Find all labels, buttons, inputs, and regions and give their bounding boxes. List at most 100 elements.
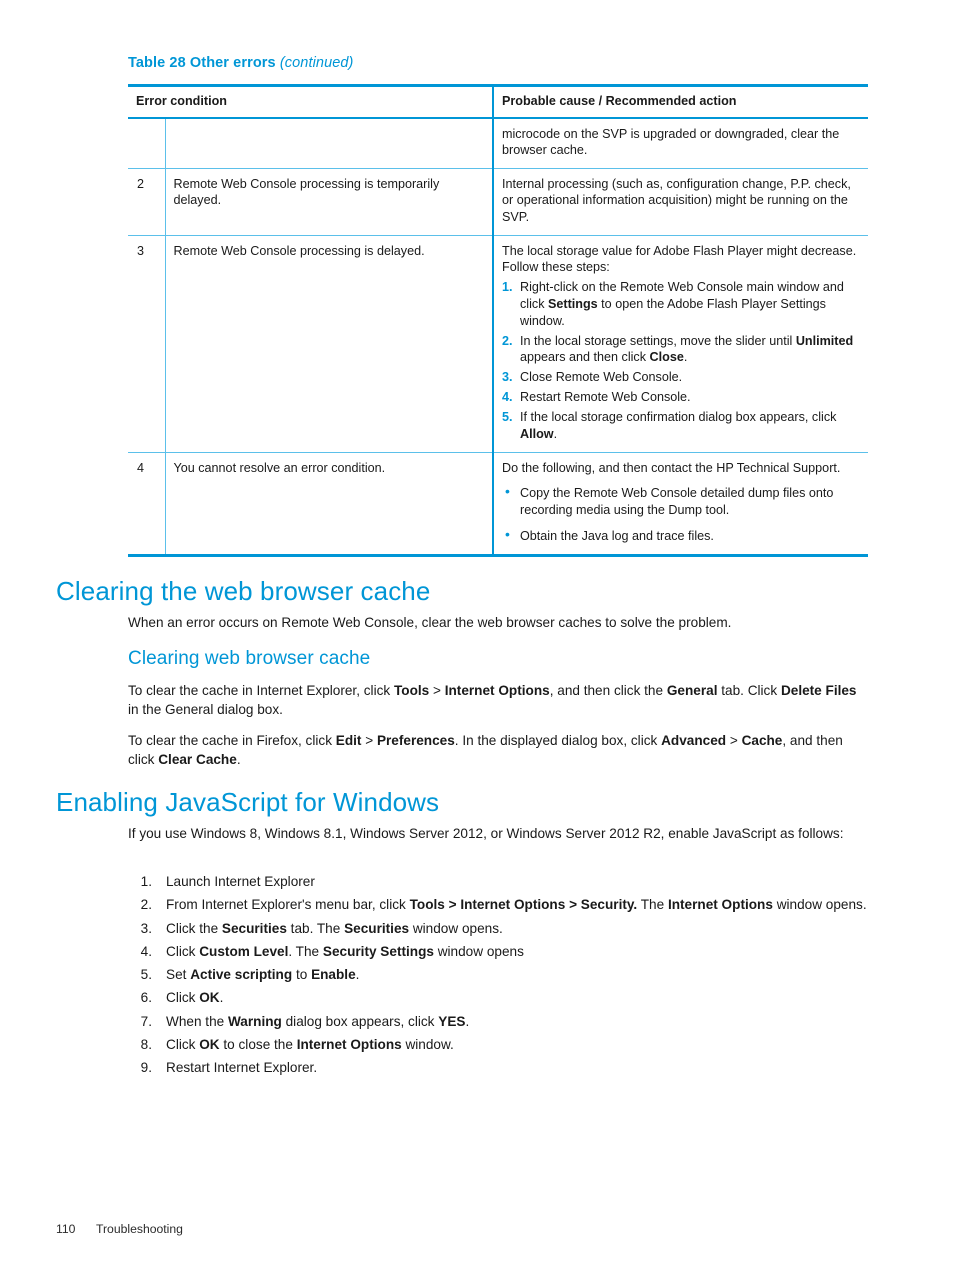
step-text-3: window. [401, 1037, 454, 1053]
procedure-step: 2. From Internet Explorer's menu bar, cli… [128, 895, 870, 914]
cause-text: microcode on the SVP is upgraded or down… [502, 126, 840, 158]
step-number: 2. [140, 897, 152, 913]
step-text-1: Restart Remote Web Console. [520, 390, 691, 405]
row-number [128, 117, 166, 169]
row-probable-cause: The local storage value for Adobe Flash … [493, 235, 868, 453]
procedure-step: 5. Set Active scripting to Enable. [128, 965, 870, 984]
ff-bold-edit: Edit [335, 733, 362, 748]
step-text-2: to [292, 967, 312, 983]
row-error-condition: Remote Web Console processing is delayed… [165, 235, 494, 453]
step-number: 1. [502, 279, 513, 294]
cause-step-item: 5. If the local storage confirmation dial… [502, 409, 860, 443]
cause-step-item: 1. Right-click on the Remote Web Console … [502, 279, 860, 330]
step-bold-1: OK [199, 1037, 220, 1053]
step-bold-2: Internet Options [296, 1037, 402, 1053]
heading-clearing-web-browser-cache: Clearing the web browser cache [56, 576, 431, 606]
table-row: microcode on the SVP is upgraded or down… [128, 117, 868, 169]
row-number: 4 [128, 452, 166, 556]
bullet-text: Copy the Remote Web Console detailed dum… [520, 486, 834, 518]
step-text-1: If the local storage confirmation dialog… [520, 410, 837, 424]
step-bold-1: Allow [520, 426, 554, 441]
procedure-step: 7. When the Warning dialog box appears, c… [128, 1012, 870, 1031]
ie-text-1: To clear the cache in Internet Explorer,… [128, 683, 394, 698]
cause-bullet-item: • Copy the Remote Web Console detailed du… [502, 483, 860, 519]
row-probable-cause: Do the following, and then contact the H… [493, 452, 868, 555]
ff-bold-advanced: Advanced [661, 733, 727, 748]
ff-text-3: . In the displayed dialog box, click [454, 733, 662, 748]
step-number: 3. [502, 370, 513, 385]
ie-text-3: , and then click the [549, 683, 667, 698]
step-number: 6. [140, 990, 152, 1006]
procedure-step: 3. Click the Securities tab. The Securiti… [128, 919, 870, 938]
footer-page-number: 110 [56, 1222, 76, 1236]
procedure-step: 1. Launch Internet Explorer [128, 872, 870, 891]
column-header-error-condition: Error condition [128, 85, 494, 119]
subheading-clearing-web-browser-cache: Clearing web browser cache [128, 648, 371, 669]
step-text-1: Click [166, 990, 200, 1006]
step-text-3: window opens [433, 943, 524, 959]
step-text-2: . The [288, 943, 323, 959]
page-footer: 110 Troubleshooting [56, 1222, 183, 1236]
cause-step-item: 4. Restart Remote Web Console. [502, 389, 860, 406]
ff-bold-preferences: Preferences [376, 733, 455, 748]
ie-text-4: tab. Click [717, 683, 781, 698]
procedure-step: 4. Click Custom Level. The Security Setti… [128, 942, 870, 961]
table-row: 3 Remote Web Console processing is delay… [128, 235, 868, 453]
table-body: microcode on the SVP is upgraded or down… [128, 117, 868, 556]
step-bold-1: Settings [548, 296, 598, 311]
step-number: 5. [502, 410, 513, 424]
step-bold-2: Internet Options [667, 897, 773, 913]
step-text-2: dialog box appears, click [281, 1013, 439, 1029]
paragraph-cache-intro: When an error occurs on Remote Web Conso… [128, 615, 732, 630]
step-number: 4. [140, 943, 152, 959]
row-error-condition: You cannot resolve an error condition. [165, 452, 494, 556]
procedure-step: 6. Click OK. [128, 988, 870, 1007]
step-bold-1: Securities [221, 920, 287, 936]
table-caption: Table 28 Other errors (continued) [128, 55, 354, 71]
step-text-3: . [355, 967, 360, 983]
step-text-3: window opens. [772, 897, 867, 913]
ff-bold-cache: Cache [741, 733, 783, 748]
ff-text-4: > [726, 733, 742, 748]
cause-bullet-list: • Copy the Remote Web Console detailed du… [502, 483, 860, 545]
step-bold-1: Tools > Internet Options > Security. [409, 897, 638, 913]
step-bold-2: Close [649, 350, 684, 365]
document-page: Table 28 Other errors (continued) Error … [0, 0, 954, 1271]
step-bold-2: Securities [344, 920, 410, 936]
heading-enabling-javascript-for-windows: Enabling JavaScript for Windows [56, 787, 440, 817]
row-probable-cause: microcode on the SVP is upgraded or down… [493, 117, 868, 169]
row-probable-cause: Internal processing (such as, configurat… [493, 168, 868, 236]
step-text-1: From Internet Explorer's menu bar, click [166, 897, 410, 913]
footer-chapter-name: Troubleshooting [96, 1222, 183, 1236]
table-row: 2 Remote Web Console processing is tempo… [128, 168, 868, 236]
step-number: 2. [502, 333, 513, 348]
step-text-3: window opens. [409, 920, 503, 936]
bullet-dot-icon: • [505, 526, 510, 543]
step-number: 1. [140, 874, 152, 889]
step-text-1: Click the [166, 920, 222, 936]
cause-step-list: 1. Right-click on the Remote Web Console … [502, 279, 860, 443]
step-text-1: Restart Internet Explorer. [166, 1060, 318, 1076]
row-error-condition [165, 117, 494, 169]
step-number: 4. [502, 390, 513, 405]
paragraph-javascript-intro: If you use Windows 8, Windows 8.1, Windo… [128, 826, 844, 841]
ff-bold-clear-cache: Clear Cache [158, 752, 237, 768]
step-text-1: In the local storage settings, move the … [520, 333, 796, 348]
ie-text-2: > [429, 683, 445, 698]
step-text-1: Close Remote Web Console. [520, 370, 683, 385]
step-number: 9. [140, 1060, 152, 1076]
paragraph-clear-cache-firefox: To clear the cache in Firefox, click Edi… [128, 731, 870, 770]
ff-text-2: > [361, 733, 377, 748]
step-bold-2: Security Settings [322, 943, 434, 959]
step-text-2: . [219, 990, 224, 1006]
step-bold-1: Warning [227, 1013, 282, 1029]
step-bold-1: Active scripting [190, 967, 293, 983]
ff-text-1: To clear the cache in Firefox, click [128, 733, 336, 748]
column-header-probable-cause: Probable cause / Recommended action [493, 85, 868, 119]
cause-text: Do the following, and then contact the H… [502, 460, 841, 475]
other-errors-table: Error condition Probable cause / Recomme… [128, 84, 868, 557]
procedure-step: 9. Restart Internet Explorer. [128, 1058, 870, 1077]
cause-step-item: 2. In the local storage settings, move th… [502, 333, 860, 367]
ie-bold-internet-options: Internet Options [444, 683, 550, 698]
step-text-2: tab. The [286, 920, 345, 936]
